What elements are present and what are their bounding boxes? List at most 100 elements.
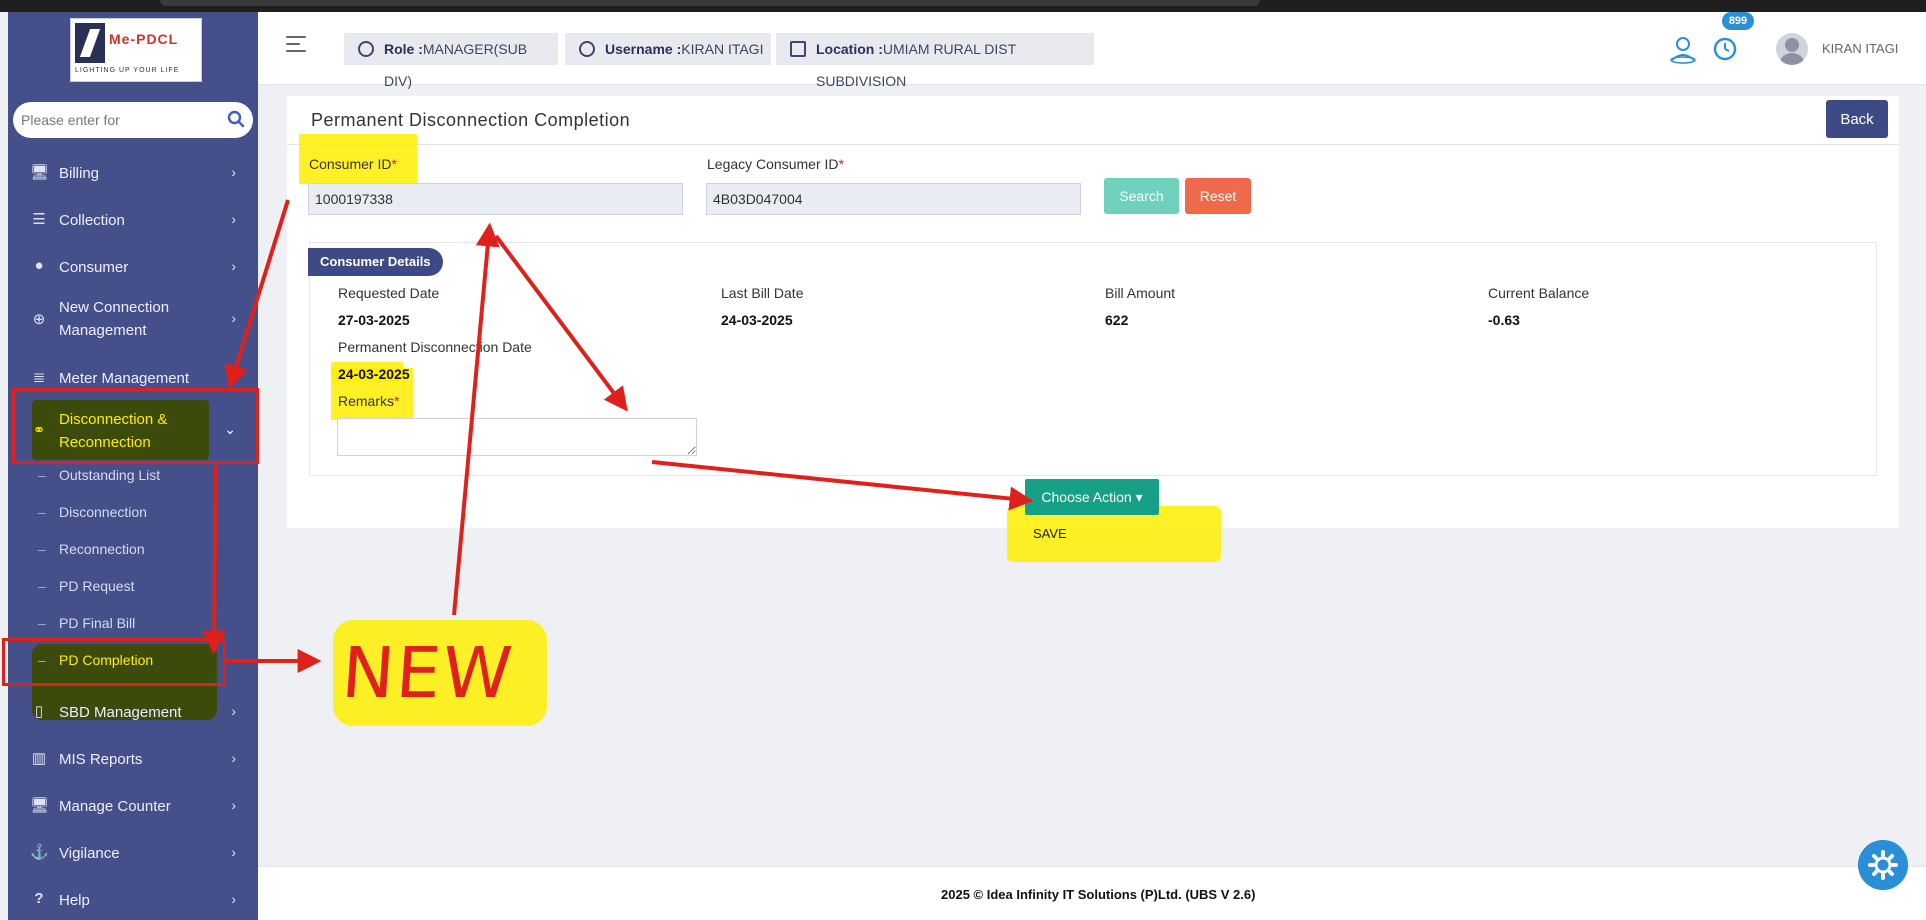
question-icon: ?	[34, 890, 44, 907]
dash-icon: –	[38, 578, 46, 594]
back-button[interactable]: Back	[1826, 100, 1888, 138]
sidebar-item-collection[interactable]: ☰ Collection ›	[8, 199, 258, 241]
chevron-right-icon: ›	[231, 703, 236, 719]
sidebar-item-label: MIS Reports	[59, 751, 143, 768]
legacy-id-input[interactable]	[706, 183, 1081, 215]
sidebar-search-input[interactable]	[21, 106, 221, 134]
search-button[interactable]: Search	[1104, 178, 1179, 214]
location-key: Location :	[816, 41, 883, 57]
pd-date-label: Permanent Disconnection Date	[338, 339, 532, 355]
requested-date-label: Requested Date	[338, 285, 440, 301]
chevron-right-icon: ›	[231, 211, 236, 227]
chevron-right-icon: ›	[231, 258, 236, 274]
chevron-right-icon: ›	[231, 797, 236, 813]
sidebar-sub-label: Outstanding List	[59, 467, 161, 483]
last-bill-date-label: Last Bill Date	[721, 285, 804, 301]
plus-circle-icon: ⊕	[32, 311, 46, 328]
sidebar-item-label: Vigilance	[59, 845, 120, 862]
reset-button[interactable]: Reset	[1185, 178, 1251, 214]
sidebar-sub-label: Disconnection	[59, 504, 147, 520]
sidebar-item-consumer[interactable]: ● Consumer ›	[8, 246, 258, 288]
logo-mark-icon	[75, 23, 105, 63]
sidebar-sub-label: Reconnection	[59, 541, 145, 557]
sidebar-item-billing[interactable]: 🖥 Billing ›	[8, 152, 258, 194]
requested-date-value: 27-03-2025	[338, 312, 410, 328]
sidebar-sub-label: PD Request	[59, 578, 135, 594]
sidebar-item-label: Collection	[59, 212, 125, 229]
browser-tab-bar	[160, 0, 1260, 6]
logo[interactable]: Me-PDCL LIGHTING UP YOUR LIFE	[70, 18, 202, 82]
consumer-id-label-text: Consumer ID	[309, 156, 392, 172]
consumer-id-label: Consumer ID*	[309, 156, 397, 172]
page-title: Permanent Disconnection Completion	[311, 110, 631, 130]
sidebar-item-vigilance[interactable]: ⚓ Vigilance ›	[8, 832, 258, 874]
bar-chart-icon: ▥	[31, 750, 47, 767]
bill-amount-value: 622	[1105, 312, 1129, 328]
support-agent-icon[interactable]	[1668, 34, 1698, 64]
sidebar-sub-label: PD Final Bill	[59, 615, 136, 631]
footer: 2025 © Idea Infinity IT Solutions (P)Ltd…	[258, 866, 1926, 920]
notification-badge[interactable]: 899	[1722, 12, 1754, 30]
bolt-icon	[358, 41, 374, 57]
required-mark: *	[394, 393, 400, 409]
user-circle-icon	[579, 41, 595, 57]
chevron-right-icon: ›	[231, 891, 236, 907]
sidebar-item-label: New Connection Management	[59, 299, 170, 339]
building-icon	[790, 41, 806, 57]
location-chip: Location :UMIAM RURAL DIST SUBDIVISION	[776, 33, 1094, 89]
remarks-label-text: Remarks	[338, 393, 395, 409]
settings-gear-icon[interactable]	[1858, 840, 1908, 890]
dash-icon: –	[38, 541, 46, 557]
remarks-input[interactable]	[337, 418, 697, 456]
username-key: Username :	[605, 41, 682, 57]
browser-top-strip	[0, 0, 1926, 12]
sidebar-item-label: SBD Management	[59, 704, 182, 721]
chevron-right-icon: ›	[231, 844, 236, 860]
footer-copyright: 2025 © Idea Infinity IT Solutions (P)Ltd…	[941, 887, 1256, 902]
list-icon: ☰	[32, 211, 46, 228]
sidebar-item-new-connection[interactable]: ⊕ New Connection Management ›	[8, 292, 258, 346]
list-icon: ≣	[32, 369, 46, 386]
sidebar-item-help[interactable]: ? Help ›	[8, 879, 258, 920]
role-key: Role :	[384, 41, 423, 57]
required-mark: *	[838, 156, 844, 172]
header-user-name[interactable]: KIRAN ITAGI	[1822, 41, 1898, 56]
clock-icon[interactable]	[1712, 36, 1738, 62]
logo-brand: Me-PDCL	[109, 31, 179, 47]
sidebar-item-label: Help	[59, 892, 90, 909]
pd-date-value: 24-03-2025	[338, 366, 410, 382]
chevron-right-icon: ›	[231, 750, 236, 766]
sidebar-item-manage-counter[interactable]: 🖥 Manage Counter ›	[8, 785, 258, 827]
bill-amount-label: Bill Amount	[1105, 285, 1176, 301]
sidebar: Me-PDCL LIGHTING UP YOUR LIFE 🖥 Billing …	[8, 12, 258, 920]
save-option[interactable]: SAVE	[1025, 516, 1191, 552]
choose-action-label: Choose Action	[1041, 488, 1132, 505]
role-chip: Role :MANAGER(SUB DIV)	[344, 33, 558, 89]
pd-completion-card: Permanent Disconnection Completion Back …	[287, 96, 1899, 562]
sidebar-search	[13, 102, 253, 138]
title-divider	[287, 144, 1899, 145]
avatar[interactable]	[1776, 33, 1808, 65]
hamburger-menu-icon[interactable]	[286, 36, 306, 52]
consumer-id-input[interactable]	[308, 183, 683, 215]
choose-action-button[interactable]: Choose Action ▾	[1025, 479, 1159, 515]
remarks-label: Remarks*	[338, 393, 399, 409]
new-annotation-text: NEW	[339, 632, 517, 714]
last-bill-date-value: 24-03-2025	[721, 312, 793, 328]
username-chip: Username :KIRAN ITAGI	[565, 33, 771, 65]
user-icon: ●	[34, 257, 44, 274]
mobile-icon: ▯	[34, 703, 44, 720]
sidebar-item-label: Meter Management	[59, 370, 190, 387]
search-icon[interactable]	[227, 110, 245, 128]
sidebar-item-label: Manage Counter	[59, 798, 171, 815]
annotation-box-disconnection	[12, 388, 259, 464]
sidebar-item-mis-reports[interactable]: ▥ MIS Reports ›	[8, 738, 258, 780]
monitor-icon: 🖥	[30, 164, 50, 181]
legacy-id-label: Legacy Consumer ID*	[707, 156, 844, 172]
monitor-icon: 🖥	[30, 797, 50, 814]
legacy-id-label-text: Legacy Consumer ID	[707, 156, 839, 172]
consumer-details-title: Consumer Details	[308, 248, 443, 276]
chevron-right-icon: ›	[231, 164, 236, 180]
sidebar-item-sbd-management[interactable]: ▯ SBD Management ›	[8, 691, 258, 733]
caret-down-icon: ▾	[1135, 488, 1143, 505]
